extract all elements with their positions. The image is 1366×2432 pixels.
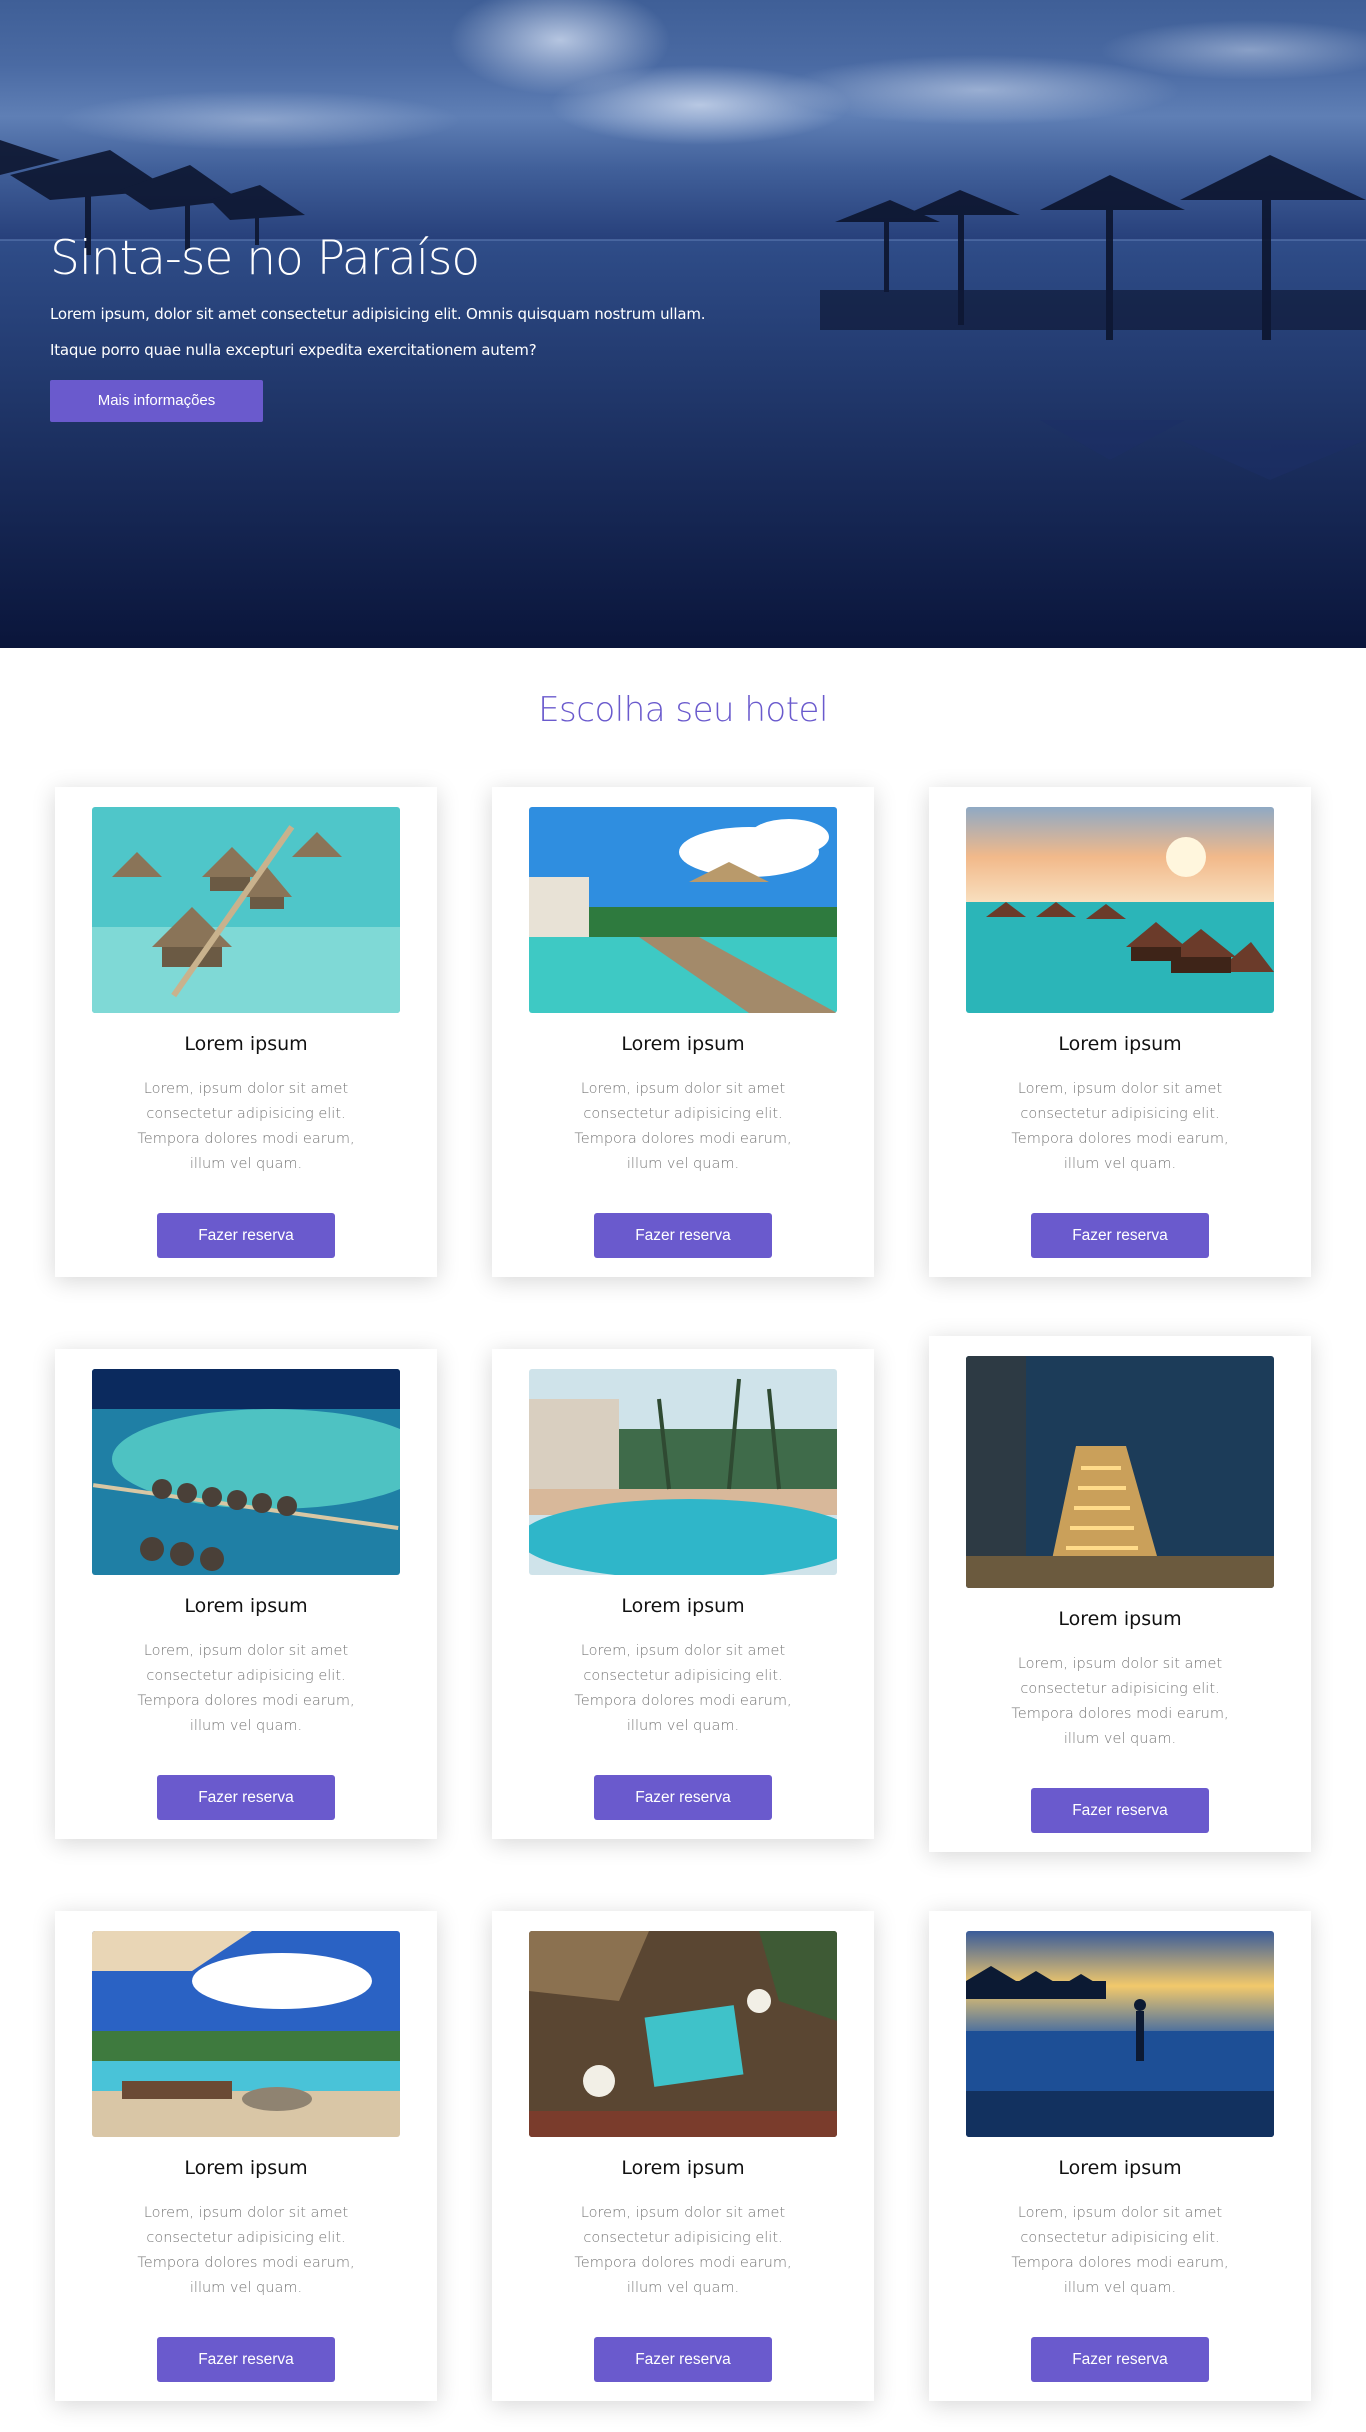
hotel-image <box>92 1931 400 2137</box>
book-button[interactable]: Fazer reserva <box>157 1213 335 1258</box>
hero-description-line-1: Lorem ipsum, dolor sit amet consectetur … <box>50 305 706 324</box>
hotel-card: Lorem ipsum Lorem, ipsum dolor sit amet … <box>929 1911 1311 2401</box>
hotel-name: Lorem ipsum <box>621 1595 745 1617</box>
hotel-image <box>92 1369 400 1575</box>
hotel-description: Lorem, ipsum dolor sit amet consectetur … <box>1011 1656 1229 1747</box>
hotel-image <box>529 1931 837 2137</box>
hotel-card: Lorem ipsum Lorem, ipsum dolor sit amet … <box>55 1911 437 2401</box>
hotel-name: Lorem ipsum <box>621 2157 745 2179</box>
book-button[interactable]: Fazer reserva <box>1031 1213 1209 1258</box>
hotel-name: Lorem ipsum <box>621 1033 745 1055</box>
hero-description-line-2: Itaque porro quae nulla excepturi expedi… <box>50 341 537 360</box>
hotel-card: Lorem ipsum Lorem, ipsum dolor sit amet … <box>929 1336 1311 1852</box>
book-button[interactable]: Fazer reserva <box>1031 2337 1209 2382</box>
hotel-description: Lorem, ipsum dolor sit amet consectetur … <box>1011 1081 1229 1172</box>
hotel-card: Lorem ipsum Lorem, ipsum dolor sit amet … <box>55 787 437 1277</box>
more-info-button[interactable]: Mais informações <box>50 380 263 423</box>
hero-title: Sinta-se no Paraíso <box>50 231 480 286</box>
hotel-description: Lorem, ipsum dolor sit amet consectetur … <box>137 1643 355 1734</box>
hotel-card: Lorem ipsum Lorem, ipsum dolor sit amet … <box>929 787 1311 1277</box>
book-button[interactable]: Fazer reserva <box>157 1775 335 1820</box>
book-button[interactable]: Fazer reserva <box>157 2337 335 2382</box>
hero-description: Lorem ipsum, dolor sit amet consectetur … <box>50 296 810 368</box>
hotel-name: Lorem ipsum <box>184 1033 308 1055</box>
hotel-card: Lorem ipsum Lorem, ipsum dolor sit amet … <box>55 1349 437 1839</box>
hotel-name: Lorem ipsum <box>1058 1608 1182 1630</box>
hero-content: Sinta-se no Paraíso Lorem ipsum, dolor s… <box>50 231 810 423</box>
section-title: Escolha seu hotel <box>538 690 828 730</box>
hotel-image <box>966 1931 1274 2137</box>
hotel-image <box>966 1356 1274 1588</box>
hotel-image <box>92 807 400 1013</box>
hotel-description: Lorem, ipsum dolor sit amet consectetur … <box>574 1081 792 1172</box>
hotel-image <box>529 807 837 1013</box>
hotel-name: Lorem ipsum <box>184 1595 308 1617</box>
hotel-card: Lorem ipsum Lorem, ipsum dolor sit amet … <box>492 1911 874 2401</box>
book-button[interactable]: Fazer reserva <box>594 1213 772 1258</box>
hotel-description: Lorem, ipsum dolor sit amet consectetur … <box>137 1081 355 1172</box>
book-button[interactable]: Fazer reserva <box>1031 1788 1209 1833</box>
book-button[interactable]: Fazer reserva <box>594 1775 772 1820</box>
hotel-card: Lorem ipsum Lorem, ipsum dolor sit amet … <box>492 1349 874 1839</box>
hotel-card: Lorem ipsum Lorem, ipsum dolor sit amet … <box>492 787 874 1277</box>
hero-banner: Sinta-se no Paraíso Lorem ipsum, dolor s… <box>0 0 1366 648</box>
hotel-description: Lorem, ipsum dolor sit amet consectetur … <box>574 1643 792 1734</box>
hotel-image <box>529 1369 837 1575</box>
hotel-name: Lorem ipsum <box>1058 1033 1182 1055</box>
hotel-name: Lorem ipsum <box>1058 2157 1182 2179</box>
hotel-description: Lorem, ipsum dolor sit amet consectetur … <box>1011 2205 1229 2296</box>
book-button[interactable]: Fazer reserva <box>594 2337 772 2382</box>
hotel-description: Lorem, ipsum dolor sit amet consectetur … <box>137 2205 355 2296</box>
hotel-image <box>966 807 1274 1013</box>
hotel-name: Lorem ipsum <box>184 2157 308 2179</box>
hotel-description: Lorem, ipsum dolor sit amet consectetur … <box>574 2205 792 2296</box>
